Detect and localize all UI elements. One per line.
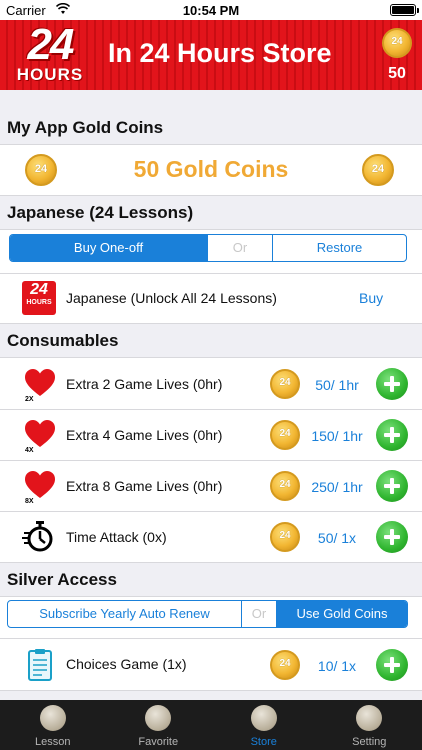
- tab-bar: Lesson Favorite Store Setting: [0, 700, 422, 750]
- silver-segmented-control: Subscribe Yearly Auto Renew Or Use Gold …: [7, 600, 408, 628]
- gold-coin-icon: [362, 154, 394, 186]
- coin-balance: 50: [382, 28, 412, 83]
- heart-icon: 2X: [25, 369, 55, 402]
- clock: 10:54 PM: [182, 3, 240, 18]
- battery-icon: [390, 4, 419, 16]
- purchase-segmented-control: Buy One-off Or Restore: [9, 234, 407, 262]
- restore-segment[interactable]: Restore: [273, 235, 406, 261]
- store-icon: [250, 705, 277, 731]
- consumable-label: Extra 2 Game Lives (0hr): [66, 376, 223, 392]
- section-header-silver: Silver Access: [0, 563, 422, 597]
- silver-options-row: Subscribe Yearly Auto Renew Or Use Gold …: [0, 597, 422, 639]
- heart-icon: 4X: [25, 420, 55, 453]
- consumable-label: Time Attack (0x): [66, 529, 167, 545]
- subscribe-yearly-segment[interactable]: Subscribe Yearly Auto Renew: [8, 601, 242, 627]
- price-label: 250/ 1hr: [311, 479, 363, 495]
- coin-count: 50: [388, 65, 406, 82]
- section-header-gold: My App Gold Coins: [0, 111, 422, 145]
- gold-coin-icon: [270, 650, 300, 680]
- stopwatch-icon: [22, 521, 53, 552]
- unlock-lessons-label: Japanese (Unlock All 24 Lessons): [66, 290, 277, 306]
- gold-balance-row: 50 Gold Coins: [0, 145, 422, 196]
- price-label: 150/ 1hr: [311, 428, 363, 444]
- gold-coin-icon: [270, 522, 300, 552]
- tab-store[interactable]: Store: [211, 700, 317, 750]
- app-logo-icon: 24 HOURS: [22, 281, 56, 315]
- add-button[interactable]: [376, 470, 408, 502]
- tab-lesson[interactable]: Lesson: [0, 700, 106, 750]
- consumable-row: 8X Extra 8 Game Lives (0hr) 250/ 1hr: [0, 461, 422, 512]
- heart-icon: 8X: [25, 471, 55, 504]
- clipboard-icon: [28, 649, 52, 681]
- app-logo: 24 HOURS: [16, 20, 84, 84]
- consumable-row: 2X Extra 2 Game Lives (0hr) 50/ 1hr: [0, 358, 422, 410]
- favorite-icon: [145, 705, 172, 731]
- spacer: [0, 90, 422, 111]
- svg-text:8X: 8X: [25, 498, 34, 504]
- consumable-row: 4X Extra 4 Game Lives (0hr) 150/ 1hr: [0, 410, 422, 461]
- spacer: [0, 691, 422, 700]
- consumable-label: Extra 8 Game Lives (0hr): [66, 478, 223, 494]
- lesson-icon: [39, 705, 66, 731]
- tab-favorite[interactable]: Favorite: [106, 700, 212, 750]
- or-segment: Or: [208, 235, 273, 261]
- status-bar: Carrier 10:54 PM: [0, 0, 422, 20]
- gold-coin-icon: [382, 28, 412, 58]
- gold-amount: 50 Gold Coins: [133, 156, 289, 182]
- gold-coin-icon: [270, 471, 300, 501]
- price-label: 10/ 1x: [317, 658, 357, 674]
- gold-coin-icon: [270, 420, 300, 450]
- buy-one-off-segment[interactable]: Buy One-off: [10, 235, 208, 261]
- price-label: 50/ 1hr: [315, 377, 359, 393]
- consumable-row: Time Attack (0x) 50/ 1x: [0, 512, 422, 563]
- svg-text:4X: 4X: [25, 447, 34, 453]
- buy-button[interactable]: Buy: [359, 290, 383, 306]
- or-segment: Or: [242, 601, 277, 627]
- silver-item-row: Choices Game (1x) 10/ 1x: [0, 639, 422, 691]
- use-gold-coins-segment[interactable]: Use Gold Coins: [277, 601, 407, 627]
- add-button[interactable]: [376, 521, 408, 553]
- section-header-consumables: Consumables: [0, 324, 422, 358]
- purchase-options-row: Buy One-off Or Restore: [0, 230, 422, 274]
- store-header: 24 HOURS In 24 Hours Store 50: [0, 20, 422, 90]
- page-title: In 24 Hours Store: [108, 38, 332, 68]
- consumable-label: Extra 4 Game Lives (0hr): [66, 427, 223, 443]
- price-label: 50/ 1x: [317, 530, 357, 546]
- add-button[interactable]: [376, 419, 408, 451]
- tab-setting[interactable]: Setting: [317, 700, 422, 750]
- add-button[interactable]: [376, 368, 408, 400]
- unlock-lessons-row[interactable]: 24 HOURS Japanese (Unlock All 24 Lessons…: [0, 274, 422, 324]
- silver-item-label: Choices Game (1x): [66, 656, 187, 672]
- gold-coin-icon: [270, 369, 300, 399]
- add-button[interactable]: [376, 649, 408, 681]
- section-header-japanese: Japanese (24 Lessons): [0, 196, 422, 230]
- svg-text:2X: 2X: [25, 396, 34, 402]
- settings-icon: [356, 705, 383, 731]
